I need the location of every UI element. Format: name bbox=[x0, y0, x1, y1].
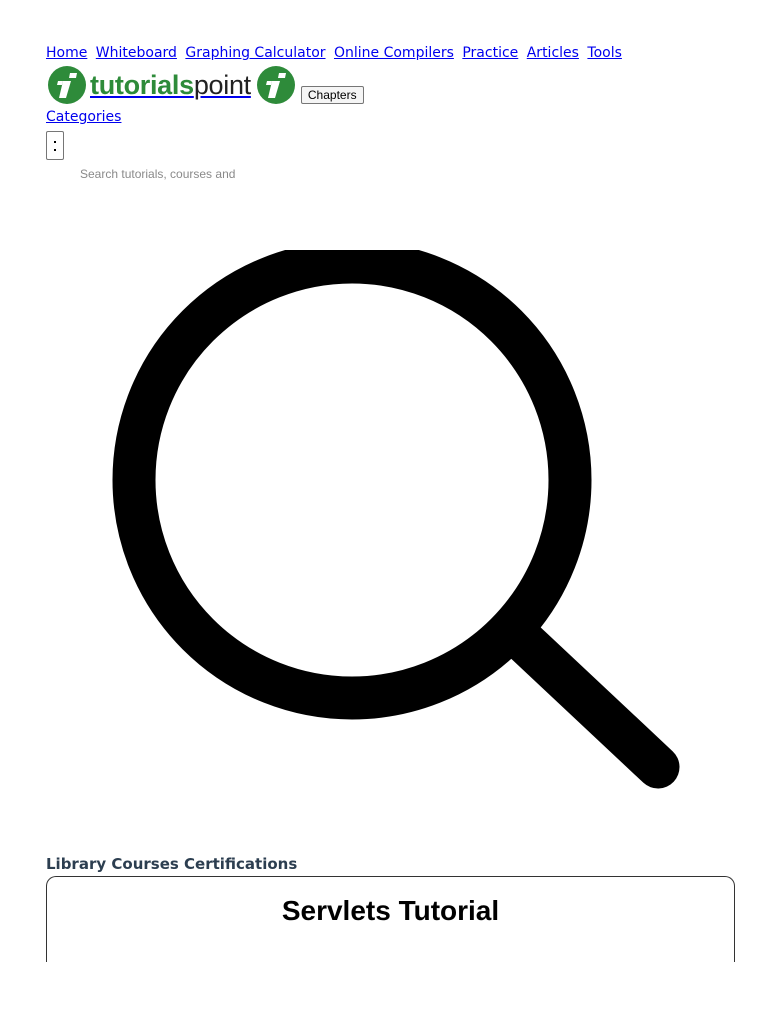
logo-text-bold: tutorials bbox=[90, 69, 194, 100]
nav-whiteboard[interactable]: Whiteboard bbox=[96, 45, 177, 61]
tutorialspoint-logo[interactable]: tutorialspoint bbox=[46, 66, 251, 104]
tab-courses[interactable]: Courses bbox=[111, 855, 178, 873]
tutorialspoint-logo-icon bbox=[256, 66, 295, 104]
nav-tools[interactable]: Tools bbox=[587, 45, 622, 61]
menu-dot bbox=[54, 140, 56, 143]
chapters-button[interactable]: Chapters bbox=[300, 86, 364, 104]
section-tabs: Library Courses Certifications bbox=[46, 855, 297, 873]
categories-link[interactable]: Categories bbox=[46, 109, 121, 125]
tutorialspoint-logo-small[interactable] bbox=[255, 66, 297, 104]
menu-toggle-button[interactable] bbox=[46, 131, 64, 160]
nav-graphing-calculator[interactable]: Graphing Calculator bbox=[185, 45, 325, 61]
nav-practice[interactable]: Practice bbox=[462, 45, 518, 61]
logo-wordmark: tutorialspoint bbox=[90, 69, 251, 100]
nav-articles[interactable]: Articles bbox=[527, 45, 579, 61]
page-bottom-blank bbox=[0, 962, 768, 1024]
search-input[interactable] bbox=[78, 166, 282, 182]
logo-text-light: point bbox=[193, 69, 251, 100]
tab-certifications[interactable]: Certifications bbox=[184, 855, 297, 873]
logo-row: tutorialspoint Chapters bbox=[46, 64, 364, 104]
menu-dot bbox=[54, 148, 56, 151]
search-icon[interactable] bbox=[110, 250, 690, 795]
tab-library[interactable]: Library bbox=[46, 855, 106, 873]
tutorialspoint-logo-icon bbox=[48, 66, 86, 104]
page-title: Servlets Tutorial bbox=[281, 895, 500, 926]
top-nav: Home Whiteboard Graphing Calculator Onli… bbox=[46, 45, 626, 61]
nav-home[interactable]: Home bbox=[46, 45, 87, 61]
nav-online-compilers[interactable]: Online Compilers bbox=[334, 45, 454, 61]
